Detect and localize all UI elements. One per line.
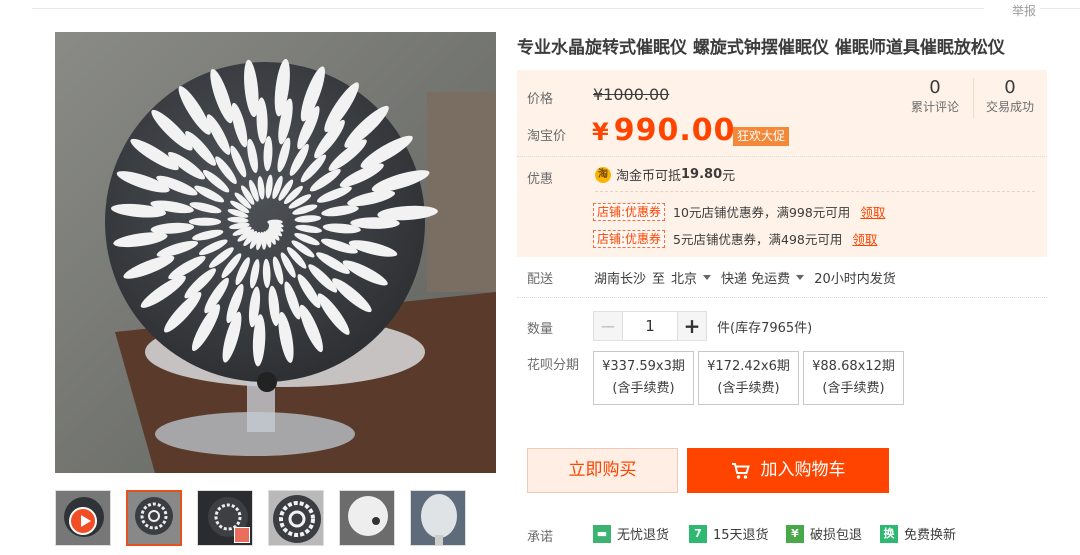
ship-destination[interactable]: 北京 [671,268,697,287]
coupon-text: 5元店铺优惠券，满498元可用 [673,232,843,247]
play-icon[interactable] [69,507,97,535]
buy-now-button[interactable]: 立即购买 [527,448,678,493]
main-product-image [55,32,496,473]
review-count[interactable]: 0 累计评论 [905,78,965,115]
shopping-cart-icon [731,462,751,480]
shield-icon: ¥ [786,524,804,543]
coupon-row: 店铺:优惠券 10元店铺优惠券，满998元可用 领取 [593,202,885,221]
promise-label: 承诺 [527,530,554,545]
promo-badge: 狂欢大促 [733,127,790,146]
coupon-tag: 店铺:优惠券 [593,202,666,221]
promise-text: 破损包退 [810,528,863,543]
thumbnail-3[interactable] [268,490,324,546]
discount-divider [595,191,1035,192]
promise-text: 免费换新 [904,528,957,543]
quantity-increase-button[interactable]: + [677,311,707,341]
ship-method[interactable]: 快递 免运费 [721,268,790,287]
thumbnail-1[interactable] [126,490,182,546]
ship-from: 湖南长沙 [594,272,647,287]
coupon-tag: 店铺:优惠券 [593,229,666,248]
taojinbi-amount: 19.80 [681,167,723,182]
quantity-input[interactable]: 1 [623,311,677,341]
thumbnail-2[interactable] [197,490,253,546]
thumbnail-4[interactable] [339,490,395,546]
shipping-label: 配送 [527,272,554,287]
sales-count-label: 交易成功 [985,100,1034,114]
installment-label: 花呗分期 [527,358,580,373]
section-divider [517,297,1047,298]
promise-text: 15天退货 [713,528,769,543]
quantity-decrease-button[interactable]: − [593,311,623,341]
claim-coupon-link[interactable]: 领取 [860,202,885,221]
price-label: 价格 [527,92,554,107]
hypnosis-disc-illustration [55,32,496,473]
thumbnail-video[interactable] [55,490,111,546]
dispatch-time: 20小时内发货 [814,272,896,287]
exchange-icon: 换 [880,524,898,543]
taobao-price-label: 淘宝价 [527,129,567,144]
top-divider [32,8,1080,9]
thumbnail-strip [55,490,466,546]
product-title: 专业水晶旋转式催眠仪 螺旋式钟摆催眠仪 催眠师道具催眠放松仪 [517,38,1005,58]
seven-day-icon: 7 [689,524,707,543]
promise-item: ▬ 无忧退货 [593,524,669,543]
currency-symbol: ¥ [592,118,610,146]
shipping-row: 湖南长沙 至 北京 快递 免运费 20小时内发货 [594,268,896,287]
quantity-label: 数量 [527,322,554,337]
report-link[interactable]: 举报 [1012,2,1036,19]
stock-info: 件(库存7965件) [717,321,813,336]
installment-option-3[interactable]: ¥337.59x3期 (含手续费) [593,351,694,405]
installment-amount: ¥88.68x12期 [812,359,895,374]
discount-label: 优惠 [527,172,554,187]
price-value: 990.00 [613,113,736,148]
promise-item: 换 免费换新 [880,524,956,543]
thumbnail-5[interactable] [410,490,466,546]
promise-item: ¥ 破损包退 [786,524,862,543]
add-to-cart-label: 加入购物车 [760,460,846,480]
chevron-down-icon[interactable] [703,275,712,280]
watermark-badge [234,527,250,543]
review-count-label: 累计评论 [910,100,959,114]
stat-divider [973,78,974,118]
installment-amount: ¥337.59x3期 [602,359,685,374]
installment-option-6[interactable]: ¥172.42x6期 (含手续费) [698,351,799,405]
chevron-down-icon[interactable] [796,275,805,280]
taojinbi-text: 淘金币可抵 [616,169,682,184]
coupon-text: 10元店铺优惠券，满998元可用 [673,205,851,220]
coupon-row: 店铺:优惠券 5元店铺优惠券，满498元可用 领取 [593,229,877,248]
taojinbi-unit: 元 [722,169,736,184]
installment-option-12[interactable]: ¥88.68x12期 (含手续费) [803,351,904,405]
quantity-stepper: − 1 + [593,311,707,341]
installment-amount: ¥172.42x6期 [707,359,790,374]
installment-fee-note: (含手续费) [717,381,780,396]
promise-text: 无忧退货 [617,528,670,543]
current-price: ¥990.00 [592,113,735,148]
original-price: ¥1000.00 [593,85,670,104]
truck-icon: ▬ [593,524,611,543]
sales-count-value: 0 [1004,77,1016,98]
add-to-cart-button[interactable]: 加入购物车 [687,448,889,493]
taojinbi-coin-icon: 淘 [595,166,611,183]
taojinbi-row: 淘 淘金币可抵 19.80 元 [595,165,735,184]
installment-fee-note: (含手续费) [822,381,885,396]
sales-count[interactable]: 0 交易成功 [980,78,1040,115]
promise-item: 7 15天退货 [689,524,769,543]
claim-coupon-link[interactable]: 领取 [852,229,877,248]
review-count-value: 0 [929,77,941,98]
installment-fee-note: (含手续费) [612,381,675,396]
ship-to-word: 至 [652,272,666,287]
